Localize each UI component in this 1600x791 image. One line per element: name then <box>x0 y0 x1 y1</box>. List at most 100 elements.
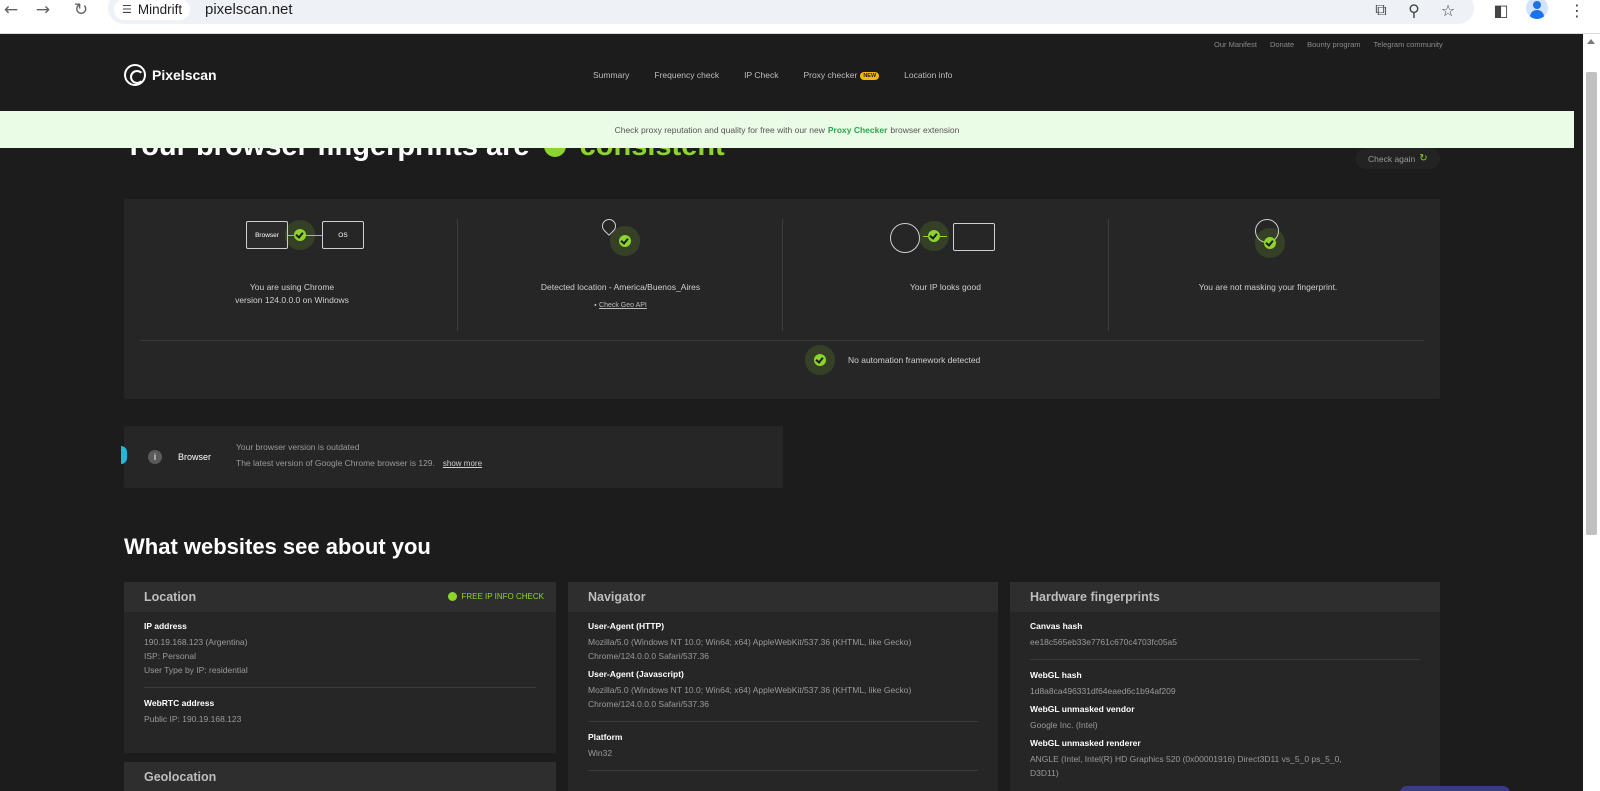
os-box: OS <box>322 221 364 249</box>
navigator-card: Navigator User-Agent (HTTP) Mozilla/5.0 … <box>568 582 998 791</box>
platform-value: Win32 <box>588 748 613 758</box>
check-icon <box>448 592 458 601</box>
location-illustration <box>458 216 783 281</box>
ua-http-line1: Mozilla/5.0 (Windows NT 10.0; Win64; x64… <box>588 637 912 647</box>
promo-banner: Check proxy reputation and quality for f… <box>0 111 1574 148</box>
free-ip-info-check-link[interactable]: FREE IP INFO CHECK <box>448 592 544 601</box>
tune-icon: ☰ <box>122 3 132 16</box>
section-title: What websites see about you <box>124 534 431 559</box>
check-geo-api-link[interactable]: Check Geo API <box>599 302 647 309</box>
logo-text: Pixelscan <box>152 67 217 83</box>
zoom-icon[interactable]: ⚲ <box>1403 0 1425 20</box>
url-text[interactable]: pixelscan.net <box>205 1 293 18</box>
banner-text-after: browser extension <box>890 124 960 135</box>
nav-summary[interactable]: Summary <box>593 70 629 80</box>
fingerprint-check-icon <box>1264 237 1276 249</box>
browser-os-illustration: Browser OS <box>140 219 444 281</box>
summary-browser: Browser OS You are using Chrome version … <box>140 219 444 331</box>
webgl-hash-label: WebGL hash <box>1030 670 1082 680</box>
ua-http-label: User-Agent (HTTP) <box>588 621 665 631</box>
free-ip-label: FREE IP INFO CHECK <box>461 592 544 601</box>
notice-edge-indicator <box>121 446 127 464</box>
address-bar[interactable] <box>108 0 1474 24</box>
canvas-hash-label: Canvas hash <box>1030 621 1083 631</box>
browser-summary-line1: You are using Chrome <box>249 282 335 292</box>
ua-js-line2: Chrome/124.0.0.0 Safari/537.36 <box>588 699 709 709</box>
page-scrollbar[interactable] <box>1583 34 1600 791</box>
webrtc-label: WebRTC address <box>144 698 215 708</box>
bounty-link[interactable]: Bounty program <box>1307 40 1360 49</box>
show-more-link[interactable]: show more <box>443 459 482 468</box>
webgl-hash-value: 1d8a8ca496331df64eaed6c1b94af209 <box>1030 686 1176 696</box>
side-panel-icon[interactable]: ◧ <box>1490 0 1512 20</box>
hardware-card-title: Hardware fingerprints <box>1010 582 1440 612</box>
proxy-checker-link[interactable]: Proxy Checker <box>828 125 888 135</box>
logo[interactable]: Pixelscan <box>124 64 217 86</box>
manifest-link[interactable]: Our Manifest <box>1214 40 1257 49</box>
profile-avatar[interactable] <box>1526 0 1548 19</box>
ua-js-label: User-Agent (Javascript) <box>588 669 684 679</box>
webgl-vendor-label: WebGL unmasked vendor <box>1030 704 1135 714</box>
location-card: Location FREE IP INFO CHECK IP address 1… <box>124 582 556 753</box>
notice-line2: The latest version of Google Chrome brow… <box>236 458 435 468</box>
scroll-thumb[interactable] <box>1586 72 1597 535</box>
check-again-button[interactable]: Check again ↻ <box>1356 148 1440 169</box>
summary-location: Detected location - America/Buenos_Aires… <box>458 216 783 331</box>
navigator-card-title: Navigator <box>568 582 998 612</box>
isp-value: ISP: Personal <box>144 651 196 661</box>
ua-js-line1: Mozilla/5.0 (Windows NT 10.0; Win64; x64… <box>588 685 912 695</box>
fingerprint-illustration <box>1109 219 1427 281</box>
webgl-vendor-value: Google Inc. (Intel) <box>1030 720 1098 730</box>
laptop-icon <box>953 223 995 251</box>
fingerprint-summary-text: You are not masking your fingerprint. <box>1198 282 1338 292</box>
webrtc-value: Public IP: 190.19.168.123 <box>144 714 242 724</box>
location-summary-text: Detected location - America/Buenos_Aires <box>540 282 701 292</box>
top-links: Our Manifest Donate Bounty program Teleg… <box>1214 40 1443 49</box>
geolocation-card: Geolocation <box>124 762 556 791</box>
summary-panel: Browser OS You are using Chrome version … <box>124 199 1440 399</box>
notice-label: Browser <box>178 452 212 462</box>
bookmark-star-icon[interactable]: ☆ <box>1437 0 1459 20</box>
globe-icon <box>890 223 920 253</box>
nav-ip-check[interactable]: IP Check <box>744 70 778 80</box>
back-icon[interactable]: ← <box>0 0 22 20</box>
map-pin-icon <box>599 216 619 236</box>
nav-proxy-checker-label: Proxy checker <box>803 70 858 80</box>
ip-address-value: 190.19.168.123 (Argentina) <box>144 637 248 647</box>
webgl-renderer-label: WebGL unmasked renderer <box>1030 738 1141 748</box>
chat-widget-tab[interactable] <box>1400 786 1510 791</box>
refresh-icon: ↻ <box>1419 153 1428 164</box>
canvas-hash-value: ee18c565eb33e7761c670c4703fc05a5 <box>1030 637 1177 647</box>
new-badge: NEW <box>860 72 880 80</box>
menu-kebab-icon[interactable]: ⋮ <box>1566 0 1588 20</box>
ip-address-label: IP address <box>144 621 187 631</box>
site-info-chip[interactable]: ☰ Mindrift <box>114 0 191 20</box>
summary-fingerprint: You are not masking your fingerprint. <box>1109 219 1427 331</box>
ua-http-line2: Chrome/124.0.0.0 Safari/537.36 <box>588 651 709 661</box>
browser-toolbar: ← → ↻ ☰ Mindrift pixelscan.net ⧉ ⚲ ☆ ◧ ⋮ <box>0 0 1600 34</box>
nav-location-info[interactable]: Location info <box>904 70 952 80</box>
site-chip-label: Mindrift <box>137 2 183 17</box>
hardware-card: Hardware fingerprints Canvas hash ee18c5… <box>1010 582 1440 791</box>
main-nav: Summary Frequency check IP Check Proxy c… <box>593 70 952 80</box>
geolocation-card-title: Geolocation <box>124 762 556 791</box>
donate-link[interactable]: Donate <box>1270 40 1294 49</box>
check-again-label: Check again <box>1368 153 1416 164</box>
summary-ip: Your IP looks good <box>783 219 1108 331</box>
browser-outdated-notice: i Browser Your browser version is outdat… <box>121 426 783 488</box>
browser-summary-line2: version 124.0.0.0 on Windows <box>235 295 349 305</box>
location-check-icon <box>619 235 631 247</box>
reload-icon[interactable]: ↻ <box>70 0 92 20</box>
logo-icon <box>124 64 146 86</box>
ip-summary-text: Your IP looks good <box>910 282 981 292</box>
telegram-link[interactable]: Telegram community <box>1374 40 1443 49</box>
webgl-renderer-line1: ANGLE (Intel, Intel(R) HD Graphics 520 (… <box>1030 754 1342 764</box>
scroll-up-icon[interactable] <box>1587 39 1595 44</box>
nav-frequency-check[interactable]: Frequency check <box>654 70 719 80</box>
webgl-renderer-line2: D3D11) <box>1030 768 1059 778</box>
geo-pin-icon: ⬩ <box>594 302 597 309</box>
forward-icon[interactable]: → <box>32 0 54 20</box>
automation-status: No automation framework detected <box>814 354 980 366</box>
nav-proxy-checker[interactable]: Proxy checker NEW <box>803 70 880 80</box>
translate-icon[interactable]: ⧉ <box>1370 0 1392 20</box>
